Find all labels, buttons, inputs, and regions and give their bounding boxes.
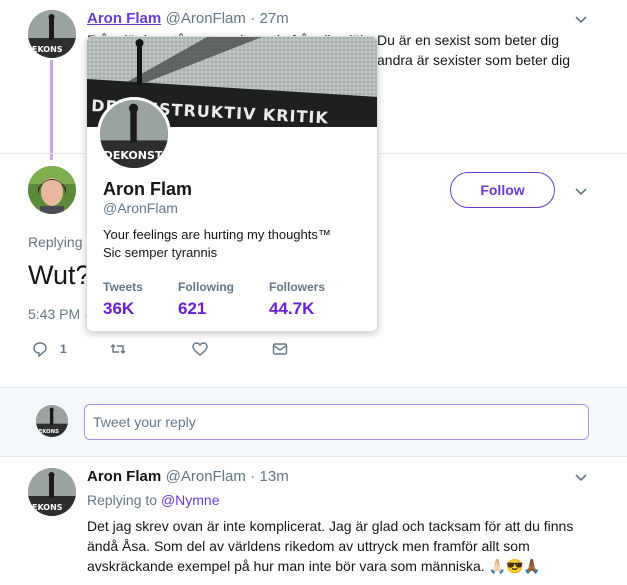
replying-to-handle[interactable]: @Nymne [161,492,220,508]
stat-label: Tweets [103,280,143,294]
stat-label: Followers [269,280,326,294]
tweet-text-line-3: avskräckande exempel på hur man inte bör… [87,558,485,574]
retweet-action[interactable] [110,340,126,358]
svg-text:EKONS: EKONS [32,503,63,512]
profile-hovercard[interactable]: DEKONSTRUKTIV KRITIK DEKONST Aron Flam @… [86,36,378,332]
bio-line: Sic semper tyrannis [103,245,218,260]
stat-value: 621 [178,299,207,318]
bio-line: Your feelings are hurting my thoughts™ [103,227,331,242]
tweet-timestamp[interactable]: 5:43 PM · [28,306,89,322]
chevron-down-icon[interactable] [574,12,588,26]
retweet-icon [110,344,126,354]
author-name[interactable]: Aron Flam [87,10,161,27]
tweet-body: Wut? [28,260,91,290]
follow-button[interactable]: Follow [450,172,555,208]
author-handle[interactable]: @AronFlam [166,468,246,485]
stat-label: Following [178,280,234,294]
stat-followers[interactable]: Followers 44.7K [269,280,325,319]
reply-icon [33,342,47,357]
tweet-header: Aron Flam @AronFlam · 13m [87,468,289,486]
stat-following[interactable]: Following 621 [178,280,234,319]
hovercard-bio: Your feelings are hurting my thoughts™ S… [103,226,363,262]
hovercard-name[interactable]: Aron Flam [103,179,192,200]
svg-text:EKONS: EKONS [32,45,63,54]
tweet-text-line: avskräckande exempel på hur man inte bör… [87,556,607,576]
avatar[interactable] [28,166,76,214]
like-action[interactable] [192,340,208,358]
replying-to-label: Replying to [87,492,158,508]
tweet-text: Det jag skrev ovan är inte komplicerat. … [87,516,607,576]
reply-input[interactable]: Tweet your reply [84,404,589,440]
tweet-header: Aron Flam @AronFlam · 27m [87,10,289,28]
author-name[interactable]: Aron Flam [87,468,161,485]
tweet-text-line: ändå Åsa. Som del av världens rikedom av… [87,538,530,554]
replying-label: Replying [28,234,83,250]
stat-tweets[interactable]: Tweets 36K [103,280,143,319]
tweet-time[interactable]: · 27m [250,10,288,27]
replying-to: Replying to @Nymne [87,492,220,508]
avatar[interactable]: EKONS [28,468,76,516]
thread-line [50,60,53,160]
hovercard-handle[interactable]: @AronFlam [103,200,178,216]
tweet-time[interactable]: · 13m [250,468,288,485]
chevron-down-icon[interactable] [574,470,588,484]
envelope-icon [272,343,288,355]
reply-action[interactable]: 1 [32,340,67,358]
tweet-text-line: Det jag skrev ovan är inte komplicerat. … [87,518,574,534]
avatar: EKONS [36,405,68,437]
reply-count: 1 [60,342,67,356]
chevron-down-icon[interactable] [574,184,588,198]
stat-value: 36K [103,299,135,318]
emoji: 🙏🏻😎🙏🏾 [488,558,541,574]
avatar[interactable]: EKONS [28,10,76,58]
avatar-text: DEKONST [104,149,163,162]
dm-action[interactable] [272,340,288,358]
author-handle[interactable]: @AronFlam [166,10,246,27]
hovercard-avatar[interactable]: DEKONST [97,97,171,171]
stat-value: 44.7K [269,299,315,318]
heart-icon [192,342,208,356]
